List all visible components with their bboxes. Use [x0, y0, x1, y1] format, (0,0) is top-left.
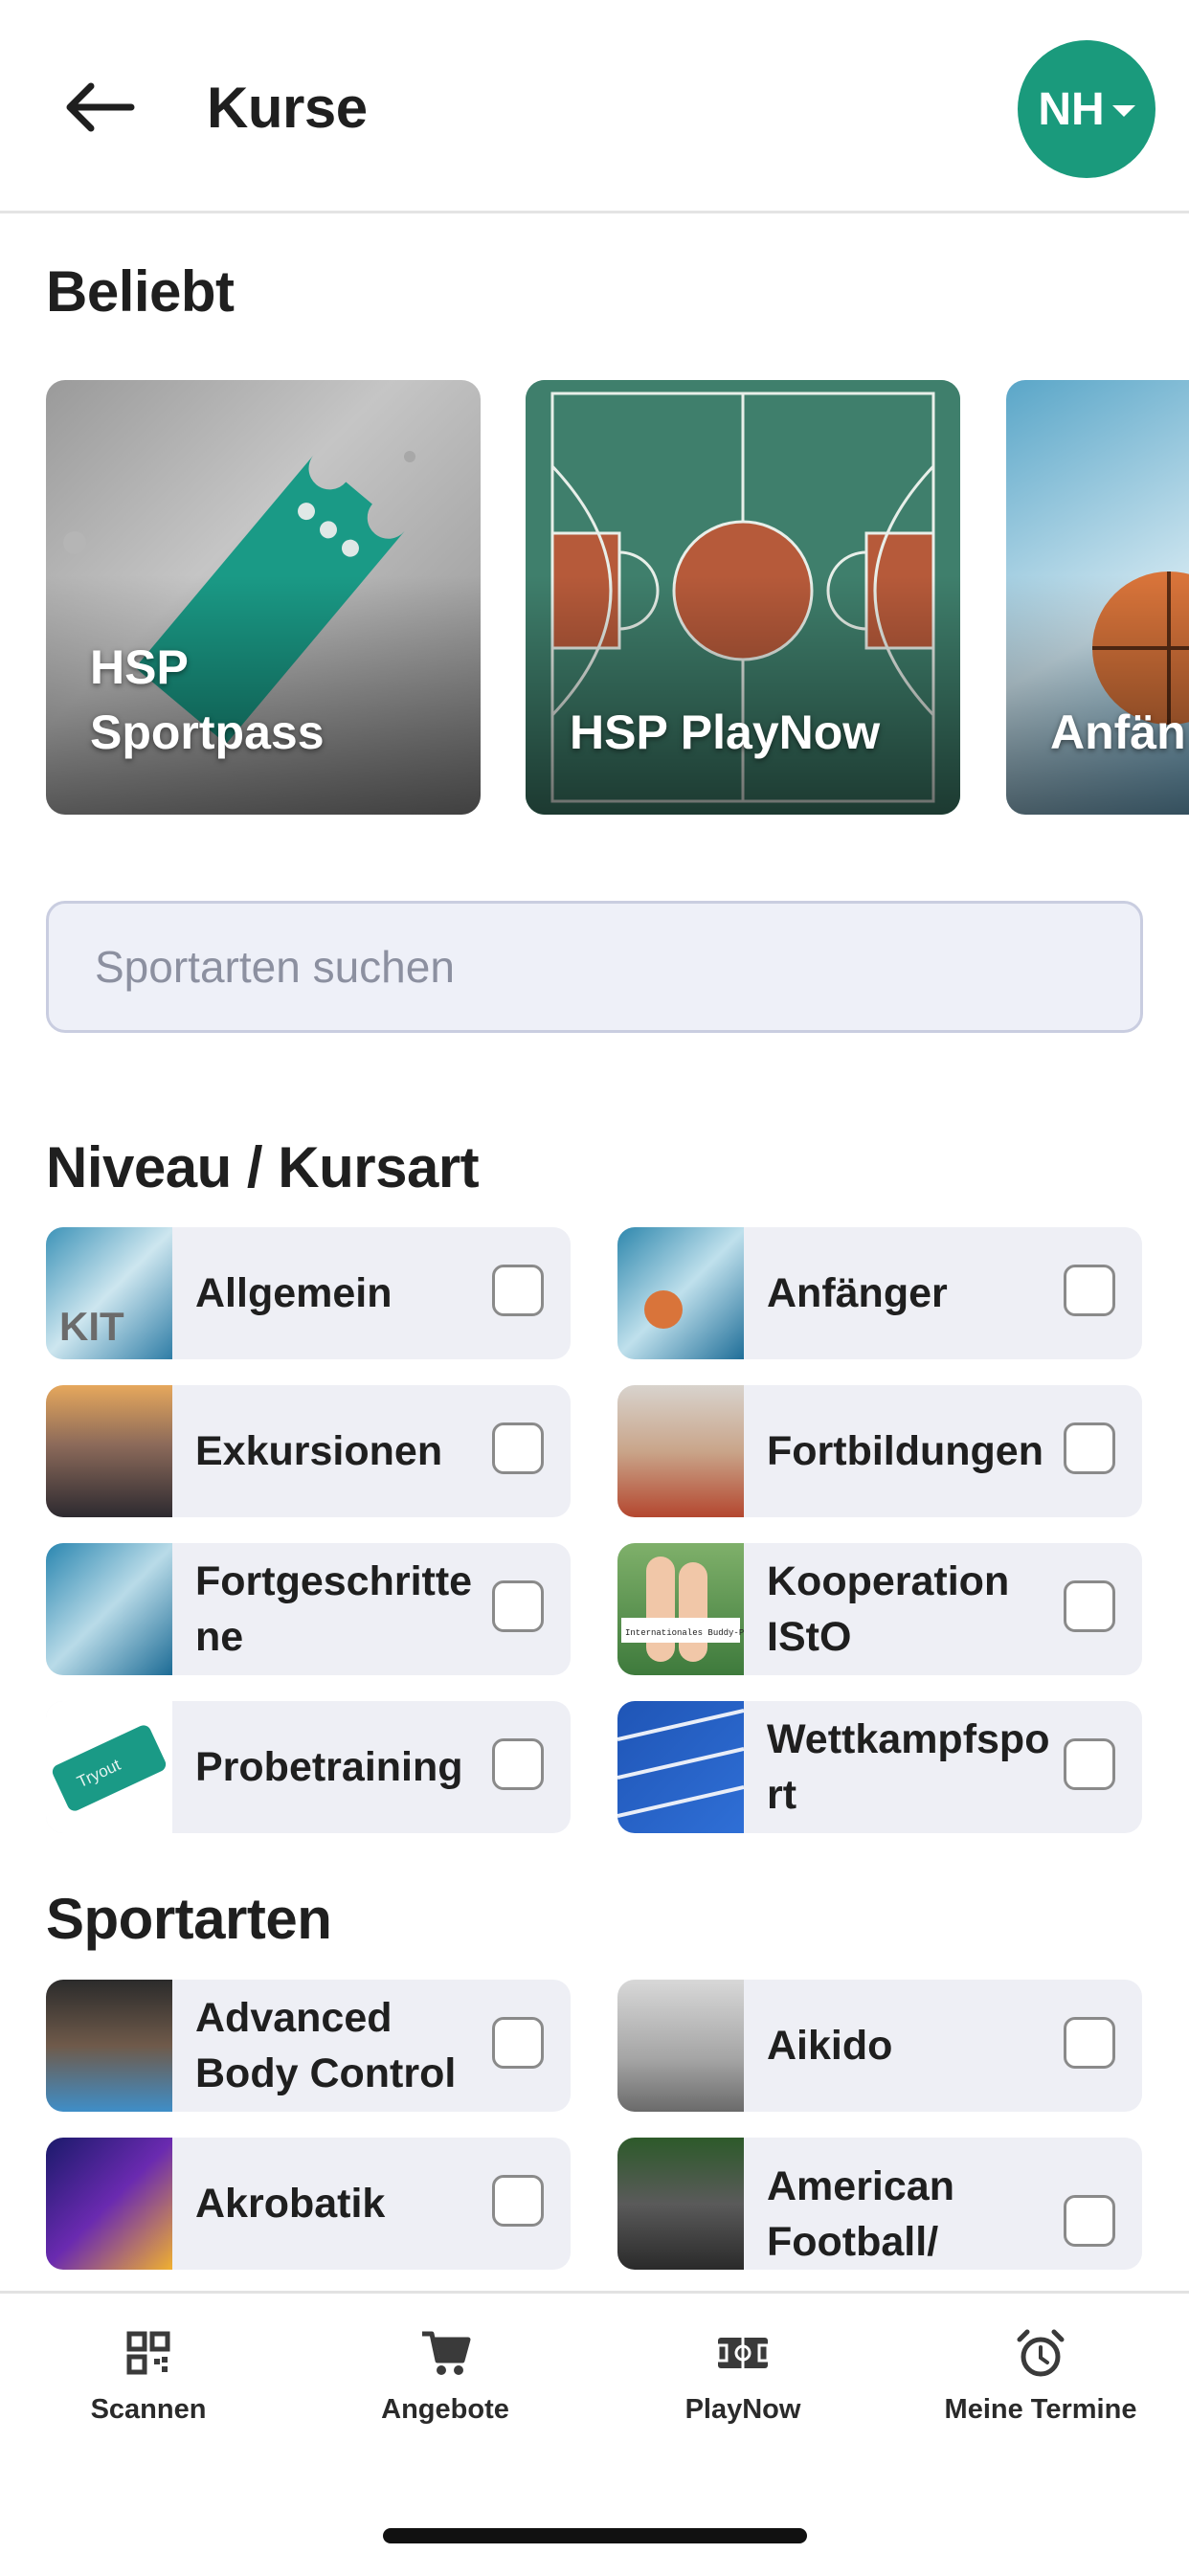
sport-checkbox[interactable] — [1064, 2195, 1115, 2247]
avatar-initials: NH — [1038, 83, 1105, 135]
filter-checkbox[interactable] — [1064, 1580, 1115, 1632]
acrobatics-photo-image — [46, 2138, 172, 2270]
filter-label: Exkursionen — [195, 1428, 443, 1474]
nav-label: Meine Termine — [944, 2394, 1137, 2425]
athlete-photo-image — [46, 1980, 172, 2112]
filter-checkbox[interactable] — [492, 1265, 544, 1316]
sport-item-american-football[interactable]: American Football/ Flagfootball — [617, 2138, 1142, 2270]
search-placeholder: Sportarten suchen — [95, 942, 455, 992]
alarm-clock-icon — [1017, 2329, 1065, 2377]
sport-label: Advanced Body Control — [195, 1995, 457, 2096]
nav-item-angebote[interactable]: Angebote — [302, 2322, 589, 2426]
filter-label: Anfänger — [767, 1270, 948, 1316]
filter-item-kooperation-isto[interactable]: Internationales Buddy-Programm Kooperati… — [617, 1543, 1142, 1675]
popular-card-label: Anfän — [1050, 706, 1186, 759]
back-button[interactable] — [56, 69, 142, 146]
buddy-sign-text: Internationales Buddy-Programm — [625, 1628, 744, 1638]
football-photo-image — [617, 2138, 744, 2270]
popular-card-label: HSP PlayNow — [570, 706, 881, 759]
sport-checkbox[interactable] — [492, 2017, 544, 2069]
level-section-title: Niveau / Kursart — [46, 1135, 480, 1199]
filter-item-fortgeschrittene[interactable]: Fortgeschrittene — [46, 1543, 571, 1675]
arrow-left-icon — [66, 82, 135, 132]
filter-item-fortbildungen[interactable]: Fortbildungen — [617, 1385, 1142, 1517]
filter-item-exkursionen[interactable]: Exkursionen — [46, 1385, 571, 1517]
avatar-menu[interactable]: NH — [1018, 40, 1155, 178]
popular-card-anfaenger[interactable]: Anfän — [1006, 380, 1189, 815]
filter-checkbox[interactable] — [492, 1738, 544, 1790]
filter-label: Fortgeschrittene — [195, 1558, 473, 1660]
kit-logo-image: KIT — [59, 1304, 124, 1349]
filter-checkbox[interactable] — [1064, 1265, 1115, 1316]
running-track-image — [617, 1709, 744, 1818]
sport-item-aikido[interactable]: Aikido — [617, 1980, 1142, 2112]
track-image — [617, 1701, 744, 1833]
nav-item-scannen[interactable]: Scannen — [5, 2322, 292, 2426]
filter-checkbox[interactable] — [1064, 1422, 1115, 1474]
card-shade — [526, 575, 960, 815]
sport-label: Aikido — [767, 2023, 893, 2069]
nav-label: Angebote — [381, 2394, 509, 2425]
app-header: Kurse NH — [0, 0, 1189, 213]
aikido-photo-image — [617, 1980, 744, 2112]
home-indicator[interactable] — [383, 2528, 807, 2543]
nav-label: PlayNow — [684, 2394, 801, 2425]
cart-icon — [422, 2331, 471, 2375]
sport-item-advanced-body-control[interactable]: Advanced Body Control — [46, 1980, 571, 2112]
thumbnail-image — [617, 1227, 744, 1359]
training-photo-image — [617, 1385, 744, 1517]
popular-card-sportpass[interactable]: HSP Sportpass — [46, 380, 481, 815]
card-shade — [1006, 575, 1189, 815]
filter-item-probetraining[interactable]: Tryout Probetraining — [46, 1701, 571, 1833]
nav-label: Scannen — [90, 2394, 207, 2425]
filter-item-anfaenger[interactable]: Anfänger — [617, 1227, 1142, 1359]
nav-item-playnow[interactable]: PlayNow — [599, 2322, 886, 2426]
filter-checkbox[interactable] — [492, 1580, 544, 1632]
filter-checkbox[interactable] — [1064, 1738, 1115, 1790]
filter-checkbox[interactable] — [492, 1422, 544, 1474]
sports-section-title: Sportarten — [46, 1887, 332, 1951]
thumbnail-image — [46, 1543, 172, 1675]
court-icon — [716, 2338, 770, 2368]
basketball-image — [644, 1290, 683, 1329]
filter-label: Fortbildungen — [767, 1428, 1043, 1474]
filter-label: Kooperation IStO — [767, 1558, 1010, 1660]
sport-item-akrobatik[interactable]: Akrobatik — [46, 2138, 571, 2270]
popular-card-label: HSP Sportpass — [90, 640, 325, 759]
kit-logo-text: KIT — [59, 1304, 124, 1349]
search-input[interactable]: Sportarten suchen — [46, 901, 1143, 1033]
sport-checkbox[interactable] — [1064, 2017, 1115, 2069]
buddy-program-image: Internationales Buddy-Programm — [617, 1543, 744, 1675]
filter-label: Probetraining — [195, 1744, 463, 1790]
fingers-image: Internationales Buddy-Programm — [621, 1557, 744, 1662]
ticket-image: Tryout — [46, 1701, 172, 1833]
popular-carousel[interactable]: HSP Sportpass HSP PlayNow Anfän — [46, 380, 1189, 815]
filter-label: Allgemein — [195, 1270, 393, 1316]
popular-section-title: Beliebt — [46, 259, 235, 324]
qr-code-icon — [126, 2331, 170, 2375]
sport-checkbox[interactable] — [492, 2175, 544, 2227]
popular-card-playnow[interactable]: HSP PlayNow — [526, 380, 960, 815]
caret-down-icon — [1111, 105, 1135, 117]
thumbnail-image: KIT — [46, 1227, 172, 1359]
filter-item-allgemein[interactable]: KIT Allgemein — [46, 1227, 571, 1359]
sport-label: American Football/ Flagfootball — [767, 2163, 954, 2265]
sport-label: Akrobatik — [195, 2181, 386, 2227]
nav-item-meine-termine[interactable]: Meine Termine — [897, 2322, 1184, 2426]
group-photo-image — [46, 1385, 172, 1517]
page-title: Kurse — [207, 76, 368, 140]
tryout-ticket-image: Tryout — [52, 1725, 167, 1811]
filter-item-wettkampfsport[interactable]: Wettkampfsport — [617, 1701, 1142, 1833]
filter-label: Wettkampfsport — [767, 1716, 1050, 1818]
